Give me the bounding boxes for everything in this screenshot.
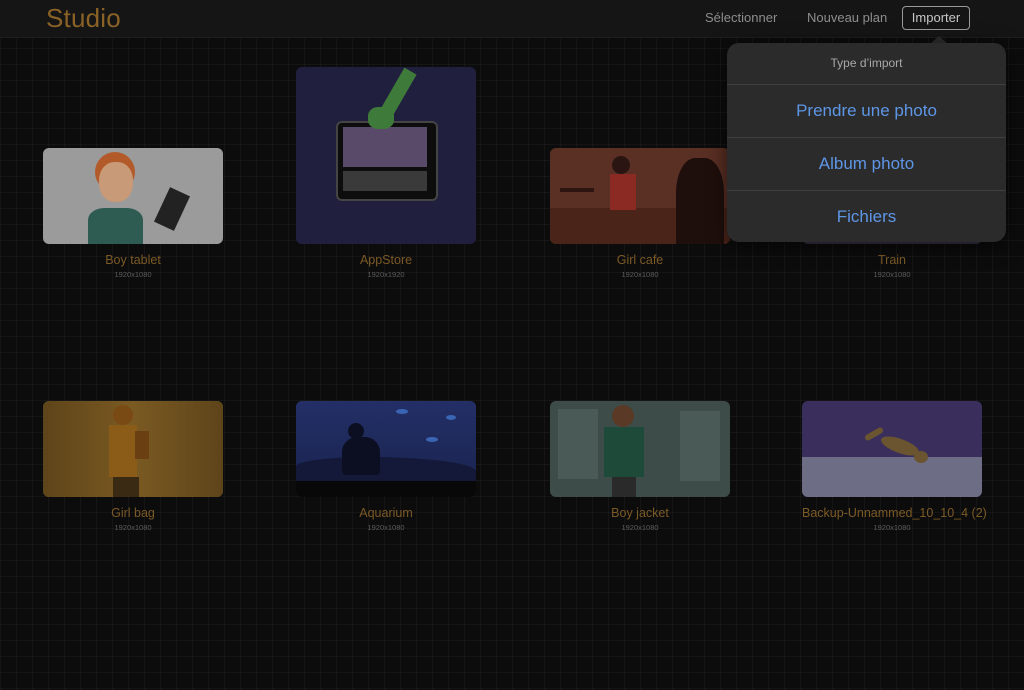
project-dimensions: 1920x1080 (621, 270, 659, 279)
project-dimensions: 1920x1080 (367, 523, 405, 532)
project-thumbnail (43, 148, 223, 244)
project-name: Girl cafe (616, 253, 664, 267)
popover-title: Type d’import (727, 43, 1006, 85)
app-title: Studio (46, 3, 121, 33)
project-dimensions: 1920x1080 (114, 270, 152, 279)
project-name: Aquarium (359, 506, 413, 520)
project-dimensions: 1920x1080 (873, 270, 911, 279)
take-photo-option[interactable]: Prendre une photo (727, 85, 1006, 138)
project-thumbnail (550, 148, 730, 244)
project-name: Train (877, 253, 906, 267)
project-dimensions: 1920x1080 (873, 523, 911, 532)
project-card-boy-jacket[interactable]: Boy jacket 1920x1080 (550, 401, 730, 532)
project-name: Boy tablet (105, 253, 161, 267)
project-thumbnail (296, 67, 476, 244)
top-bar: Studio Sélectionner Nouveau plan Importe… (0, 0, 1024, 38)
files-option[interactable]: Fichiers (727, 191, 1006, 242)
project-name: AppStore (359, 253, 413, 267)
project-thumbnail (296, 401, 476, 497)
project-thumbnail (802, 401, 982, 497)
project-name: Boy jacket (611, 506, 669, 520)
project-name: Girl bag (111, 506, 155, 520)
project-card-girl-bag[interactable]: Girl bag 1920x1080 (43, 401, 223, 532)
project-dimensions: 1920x1080 (114, 523, 152, 532)
project-name: Backup-Unnammed_10_10_4 (2) (802, 506, 987, 520)
project-card-girl-cafe[interactable]: Girl cafe 1920x1080 (550, 148, 730, 279)
select-button[interactable]: Sélectionner (705, 10, 777, 25)
photo-album-option[interactable]: Album photo (727, 138, 1006, 191)
project-card-aquarium[interactable]: Aquarium 1920x1080 (296, 401, 476, 532)
import-type-popover: Type d’import Prendre une photo Album ph… (727, 43, 1006, 242)
project-card-boy-tablet[interactable]: Boy tablet 1920x1080 (43, 148, 223, 279)
project-card-appstore[interactable]: AppStore 1920x1920 (296, 67, 476, 279)
project-thumbnail (43, 401, 223, 497)
new-plan-button[interactable]: Nouveau plan (807, 10, 887, 25)
project-dimensions: 1920x1080 (621, 523, 659, 532)
project-card-backup[interactable]: Backup-Unnammed_10_10_4 (2) 1920x1080 (802, 401, 987, 532)
project-thumbnail (550, 401, 730, 497)
import-button[interactable]: Importer (902, 6, 970, 30)
project-dimensions: 1920x1920 (367, 270, 405, 279)
